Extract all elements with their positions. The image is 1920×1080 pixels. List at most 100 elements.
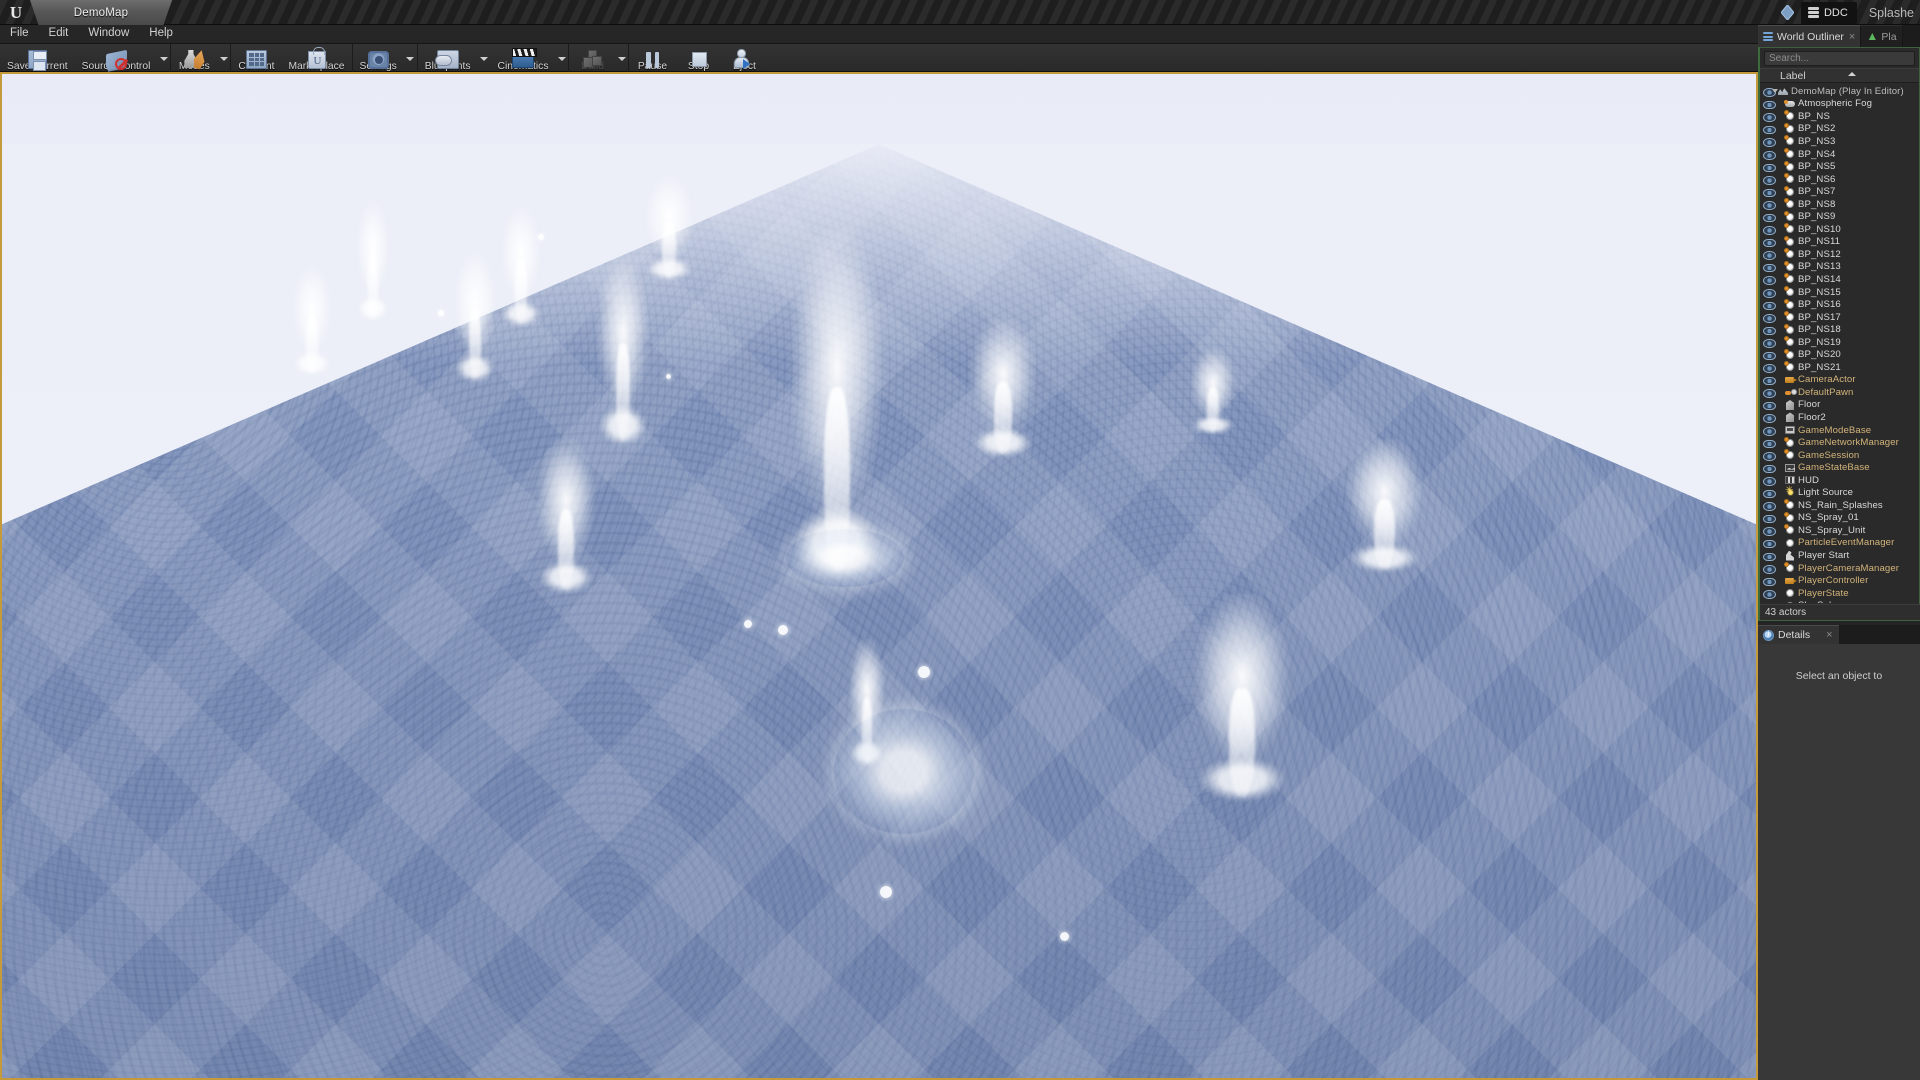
- visibility-eye-icon[interactable]: [1763, 375, 1774, 385]
- outliner-row[interactable]: CameraActor: [1760, 374, 1920, 387]
- tab-world-outliner[interactable]: World Outliner ×: [1758, 25, 1861, 47]
- visibility-eye-icon[interactable]: [1763, 174, 1774, 184]
- visibility-eye-icon[interactable]: [1763, 337, 1774, 347]
- visibility-eye-icon[interactable]: [1763, 274, 1774, 284]
- menu-item-file[interactable]: File: [0, 25, 39, 43]
- visibility-eye-icon[interactable]: [1763, 513, 1774, 523]
- outliner-row[interactable]: BP_NS11: [1760, 236, 1920, 249]
- outliner-row[interactable]: Sky Sphere: [1760, 599, 1920, 603]
- level-viewport[interactable]: [0, 72, 1758, 1080]
- outliner-row[interactable]: BP_NS16: [1760, 298, 1920, 311]
- outliner-row[interactable]: Player Start: [1760, 549, 1920, 562]
- blueprints-button[interactable]: Blueprints: [418, 44, 478, 72]
- outliner-row[interactable]: BP_NS6: [1760, 173, 1920, 186]
- outliner-row[interactable]: GameModeBase: [1760, 424, 1920, 437]
- blueprints-dropdown-arrow[interactable]: [478, 57, 491, 72]
- visibility-eye-icon[interactable]: [1763, 412, 1774, 422]
- visibility-eye-icon[interactable]: [1763, 199, 1774, 209]
- search-input[interactable]: Search...: [1764, 51, 1915, 66]
- visibility-eye-icon[interactable]: [1763, 525, 1774, 535]
- visibility-eye-icon[interactable]: [1763, 111, 1774, 121]
- outliner-row[interactable]: Floor2: [1760, 411, 1920, 424]
- visibility-eye-icon[interactable]: [1763, 576, 1774, 586]
- visibility-eye-icon[interactable]: [1763, 362, 1774, 372]
- outliner-row[interactable]: Floor: [1760, 399, 1920, 412]
- visibility-eye-icon[interactable]: [1763, 400, 1774, 410]
- visibility-eye-icon[interactable]: [1763, 149, 1774, 159]
- visibility-eye-icon[interactable]: [1763, 350, 1774, 360]
- visibility-eye-icon[interactable]: [1763, 463, 1774, 473]
- save-current-button[interactable]: Save Current: [0, 44, 75, 72]
- tab-place-actors[interactable]: ▲ Pla: [1861, 25, 1902, 47]
- visibility-eye-icon[interactable]: [1763, 387, 1774, 397]
- document-tab-demomap[interactable]: DemoMap: [30, 0, 172, 25]
- visibility-eye-icon[interactable]: [1763, 312, 1774, 322]
- outliner-row[interactable]: DefaultPawn: [1760, 386, 1920, 399]
- settings-dropdown-arrow[interactable]: [404, 57, 417, 72]
- source-control-button[interactable]: Source Control: [75, 44, 158, 72]
- visibility-eye-icon[interactable]: [1763, 187, 1774, 197]
- visibility-eye-icon[interactable]: [1763, 237, 1774, 247]
- outliner-row[interactable]: BP_NS21: [1760, 361, 1920, 374]
- visibility-eye-icon[interactable]: [1763, 500, 1774, 510]
- visibility-eye-icon[interactable]: [1763, 262, 1774, 272]
- outliner-row[interactable]: Atmospheric Fog: [1760, 98, 1920, 111]
- outliner-row[interactable]: PlayerCameraManager: [1760, 562, 1920, 575]
- content-button[interactable]: Content: [231, 44, 281, 72]
- outliner-row-list[interactable]: DemoMap (Play In Editor)Atmospheric FogB…: [1760, 85, 1920, 603]
- outliner-row[interactable]: BP_NS9: [1760, 210, 1920, 223]
- visibility-eye-icon[interactable]: [1763, 588, 1774, 598]
- ddc-status-badge[interactable]: DDC: [1801, 2, 1857, 24]
- visibility-eye-icon[interactable]: [1763, 563, 1774, 573]
- outliner-row[interactable]: BP_NS15: [1760, 286, 1920, 299]
- outliner-row[interactable]: BP_NS13: [1760, 261, 1920, 274]
- visibility-eye-icon[interactable]: [1763, 300, 1774, 310]
- menu-item-edit[interactable]: Edit: [39, 25, 79, 43]
- outliner-row[interactable]: BP_NS14: [1760, 273, 1920, 286]
- outliner-row[interactable]: PlayerController: [1760, 574, 1920, 587]
- marketplace-button[interactable]: Marketplace: [281, 44, 351, 72]
- outliner-row[interactable]: NS_Spray_Unit: [1760, 524, 1920, 537]
- visibility-eye-icon[interactable]: [1763, 162, 1774, 172]
- outliner-row[interactable]: BP_NS12: [1760, 248, 1920, 261]
- source-control-dropdown-arrow[interactable]: [157, 57, 170, 72]
- outliner-row[interactable]: BP_NS10: [1760, 223, 1920, 236]
- outliner-row[interactable]: NS_Rain_Splashes: [1760, 499, 1920, 512]
- tab-details[interactable]: Details ×: [1758, 625, 1839, 644]
- outliner-row[interactable]: GameStateBase: [1760, 461, 1920, 474]
- visibility-eye-icon[interactable]: [1763, 325, 1774, 335]
- visibility-eye-icon[interactable]: [1763, 438, 1774, 448]
- modes-button[interactable]: Modes: [171, 44, 217, 72]
- menu-item-window[interactable]: Window: [78, 25, 139, 43]
- visibility-eye-icon[interactable]: [1763, 538, 1774, 548]
- outliner-row[interactable]: DemoMap (Play In Editor): [1760, 85, 1920, 98]
- visibility-eye-icon[interactable]: [1763, 601, 1774, 603]
- outliner-row[interactable]: BP_NS18: [1760, 323, 1920, 336]
- outliner-column-header-label[interactable]: Label: [1760, 68, 1919, 83]
- visibility-eye-icon[interactable]: [1763, 224, 1774, 234]
- build-dropdown-arrow[interactable]: [615, 57, 628, 72]
- visibility-eye-icon[interactable]: [1763, 124, 1774, 134]
- cinematics-dropdown-arrow[interactable]: [555, 57, 568, 72]
- visibility-eye-icon[interactable]: [1763, 450, 1774, 460]
- outliner-row[interactable]: GameSession: [1760, 449, 1920, 462]
- visibility-eye-icon[interactable]: [1763, 488, 1774, 498]
- stop-button[interactable]: Stop: [675, 44, 721, 72]
- outliner-row[interactable]: NS_Spray_01: [1760, 512, 1920, 525]
- visibility-eye-icon[interactable]: [1763, 425, 1774, 435]
- close-icon[interactable]: ×: [1826, 629, 1832, 641]
- build-button[interactable]: Build: [569, 44, 615, 72]
- visibility-eye-icon[interactable]: [1763, 136, 1774, 146]
- outliner-row[interactable]: BP_NS2: [1760, 123, 1920, 136]
- visibility-eye-icon[interactable]: [1763, 287, 1774, 297]
- cinematics-button[interactable]: Cinematics: [491, 44, 556, 72]
- outliner-row[interactable]: ParticleEventManager: [1760, 537, 1920, 550]
- outliner-row[interactable]: BP_NS8: [1760, 198, 1920, 211]
- visibility-eye-icon[interactable]: [1763, 249, 1774, 259]
- eject-button[interactable]: Eject: [721, 44, 767, 72]
- outliner-row[interactable]: BP_NS: [1760, 110, 1920, 123]
- outliner-row[interactable]: BP_NS19: [1760, 336, 1920, 349]
- visibility-eye-icon[interactable]: [1763, 475, 1774, 485]
- settings-button[interactable]: Settings: [353, 44, 404, 72]
- outliner-row[interactable]: BP_NS3: [1760, 135, 1920, 148]
